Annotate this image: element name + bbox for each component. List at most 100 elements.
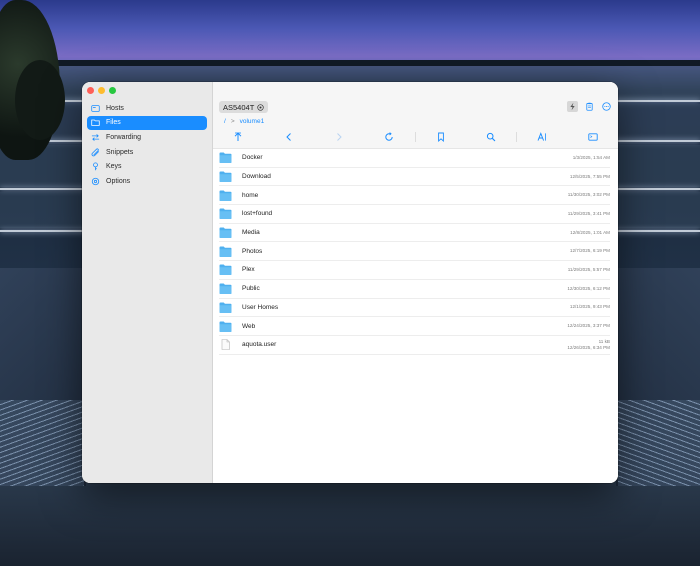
sidebar-item-snippets[interactable]: Snippets	[87, 145, 207, 159]
bookmark-icon[interactable]	[416, 132, 466, 142]
folder-icon	[219, 152, 232, 164]
search-icon[interactable]	[466, 132, 516, 142]
forward-icon[interactable]	[314, 132, 364, 142]
sidebar-item-options[interactable]: Options	[87, 174, 207, 188]
file-modified-date: 11/30/2025, 3:02 PM	[567, 192, 610, 198]
sidebar-item-label: Hosts	[106, 104, 124, 112]
file-name: Download	[242, 173, 271, 181]
folder-icon	[219, 171, 232, 183]
folder-row[interactable]: Plex 11/29/2025, 5:57 PM	[219, 261, 610, 280]
clipboard-icon[interactable]	[584, 101, 595, 112]
folder-icon	[91, 118, 100, 127]
file-meta: 11/29/2025, 3:41 PM	[568, 211, 610, 217]
app-window: Hosts Files Forwarding Snippets Keys Opt…	[82, 82, 618, 483]
file-meta: 1/3/2025, 1:54 AM	[573, 155, 610, 161]
file-modified-date: 12/24/2025, 3:37 PM	[567, 323, 610, 329]
file-meta: 11/29/2025, 5:57 PM	[568, 267, 610, 273]
folder-icon	[219, 302, 232, 313]
file-name: Photos	[242, 247, 263, 255]
file-meta: 12/24/2025, 3:37 PM	[567, 323, 610, 329]
chevron-circle-icon	[257, 103, 264, 111]
folder-icon	[219, 321, 232, 332]
folder-row[interactable]: Media 12/8/2025, 1:01 AM	[219, 224, 610, 243]
file-modified-date: 12/5/2025, 7:55 PM	[569, 173, 610, 179]
file-meta: 12/30/2025, 6:12 PM	[567, 286, 610, 292]
breadcrumb-current[interactable]: volume1	[240, 118, 265, 125]
file-meta: 11 kB 12/26/2025, 6:34 PM	[567, 339, 610, 351]
file-modified-date: 11/29/2025, 3:41 PM	[567, 210, 610, 216]
file-meta: 12/8/2025, 1:01 AM	[570, 230, 610, 236]
sidebar-nav: Hosts Files Forwarding Snippets Keys Opt…	[87, 101, 207, 189]
file-list: Docker 1/3/2025, 1:54 AM Download 12/5/2025…	[213, 148, 618, 483]
folder-icon	[219, 264, 232, 276]
bolt-icon[interactable]	[567, 101, 578, 112]
folder-row[interactable]: Web 12/24/2025, 3:37 PM	[219, 317, 610, 336]
gear-icon	[91, 177, 100, 186]
zoom-icon[interactable]	[109, 87, 116, 94]
file-meta: 12/1/2025, 9:43 PM	[570, 304, 610, 310]
file-modified-date: 11/29/2025, 5:57 PM	[567, 266, 610, 272]
file-name: home	[242, 191, 259, 199]
file-modified-date: 12/1/2025, 9:43 PM	[569, 304, 610, 310]
folder-icon	[219, 246, 232, 257]
file-name: aquota.user	[242, 341, 277, 349]
folder-row[interactable]: Public 12/30/2025, 6:12 PM	[219, 280, 610, 299]
hosts-icon	[91, 104, 100, 113]
close-icon[interactable]	[87, 87, 94, 94]
file-icon	[219, 339, 232, 351]
folder-row[interactable]: Download 12/5/2025, 7:55 PM	[219, 168, 610, 187]
topbar: AS5404T / > volume1	[213, 82, 618, 148]
breadcrumb-root[interactable]: /	[224, 118, 226, 125]
folder-row[interactable]: Docker 1/3/2025, 1:54 AM	[219, 149, 610, 168]
folder-icon	[219, 190, 232, 201]
back-icon[interactable]	[263, 132, 313, 142]
sidebar-item-keys[interactable]: Keys	[87, 160, 207, 174]
sidebar-item-label: Options	[106, 177, 131, 185]
file-name: Public	[242, 285, 260, 293]
folder-icon	[219, 208, 232, 220]
file-name: User Homes	[242, 303, 279, 311]
sidebar-item-label: Forwarding	[106, 133, 142, 141]
sidebar: Hosts Files Forwarding Snippets Keys Opt…	[82, 82, 213, 483]
file-meta: 12/7/2025, 6:19 PM	[570, 248, 610, 254]
sidebar-item-label: Snippets	[106, 148, 134, 156]
file-name: Media	[242, 229, 260, 237]
refresh-icon[interactable]	[364, 132, 414, 142]
file-name: Plex	[242, 266, 255, 274]
file-name: Web	[242, 322, 256, 330]
toolbar	[213, 130, 618, 144]
sidebar-item-label: Files	[106, 119, 121, 127]
text-size-icon[interactable]	[517, 132, 567, 142]
file-modified-date: 12/30/2025, 6:12 PM	[567, 285, 610, 291]
minimize-icon[interactable]	[98, 87, 105, 94]
snippets-icon	[91, 148, 100, 157]
file-modified-date: 12/7/2025, 6:19 PM	[569, 248, 610, 254]
key-icon	[91, 162, 100, 171]
file-modified-date: 12/26/2025, 6:34 PM	[567, 344, 610, 350]
host-name: AS5404T	[223, 102, 255, 112]
forwarding-icon	[91, 133, 100, 142]
file-modified-date: 1/3/2025, 1:54 AM	[572, 154, 610, 160]
file-row[interactable]: aquota.user 11 kB 12/26/2025, 6:34 PM	[219, 336, 610, 355]
folder-row[interactable]: Photos 12/7/2025, 6:19 PM	[219, 242, 610, 262]
sidebar-item-hosts[interactable]: Hosts	[87, 101, 207, 115]
sidebar-item-forwarding[interactable]: Forwarding	[87, 130, 207, 144]
more-icon[interactable]	[601, 101, 612, 112]
folder-row[interactable]: lost+found 11/29/2025, 3:41 PM	[219, 205, 610, 224]
sidebar-item-files[interactable]: Files	[87, 115, 207, 130]
host-selector[interactable]: AS5404T	[219, 101, 269, 113]
folder-icon	[219, 227, 232, 239]
file-name: Docker	[242, 154, 263, 162]
header-actions	[567, 101, 612, 112]
terminal-icon[interactable]	[568, 132, 618, 142]
breadcrumb-separator: >	[230, 118, 235, 125]
up-arrow-icon[interactable]	[213, 132, 263, 142]
window-controls	[87, 87, 116, 94]
file-browser: AS5404T / > volume1 Docker 1/3/2025, 1:5…	[213, 82, 618, 483]
breadcrumb: / > volume1	[224, 118, 264, 125]
file-name: lost+found	[242, 210, 273, 218]
folder-row[interactable]: home 11/30/2025, 3:02 PM	[219, 186, 610, 206]
folder-row[interactable]: User Homes 12/1/2025, 9:43 PM	[219, 299, 610, 318]
folder-icon	[219, 283, 232, 295]
file-meta: 12/5/2025, 7:55 PM	[570, 174, 610, 180]
